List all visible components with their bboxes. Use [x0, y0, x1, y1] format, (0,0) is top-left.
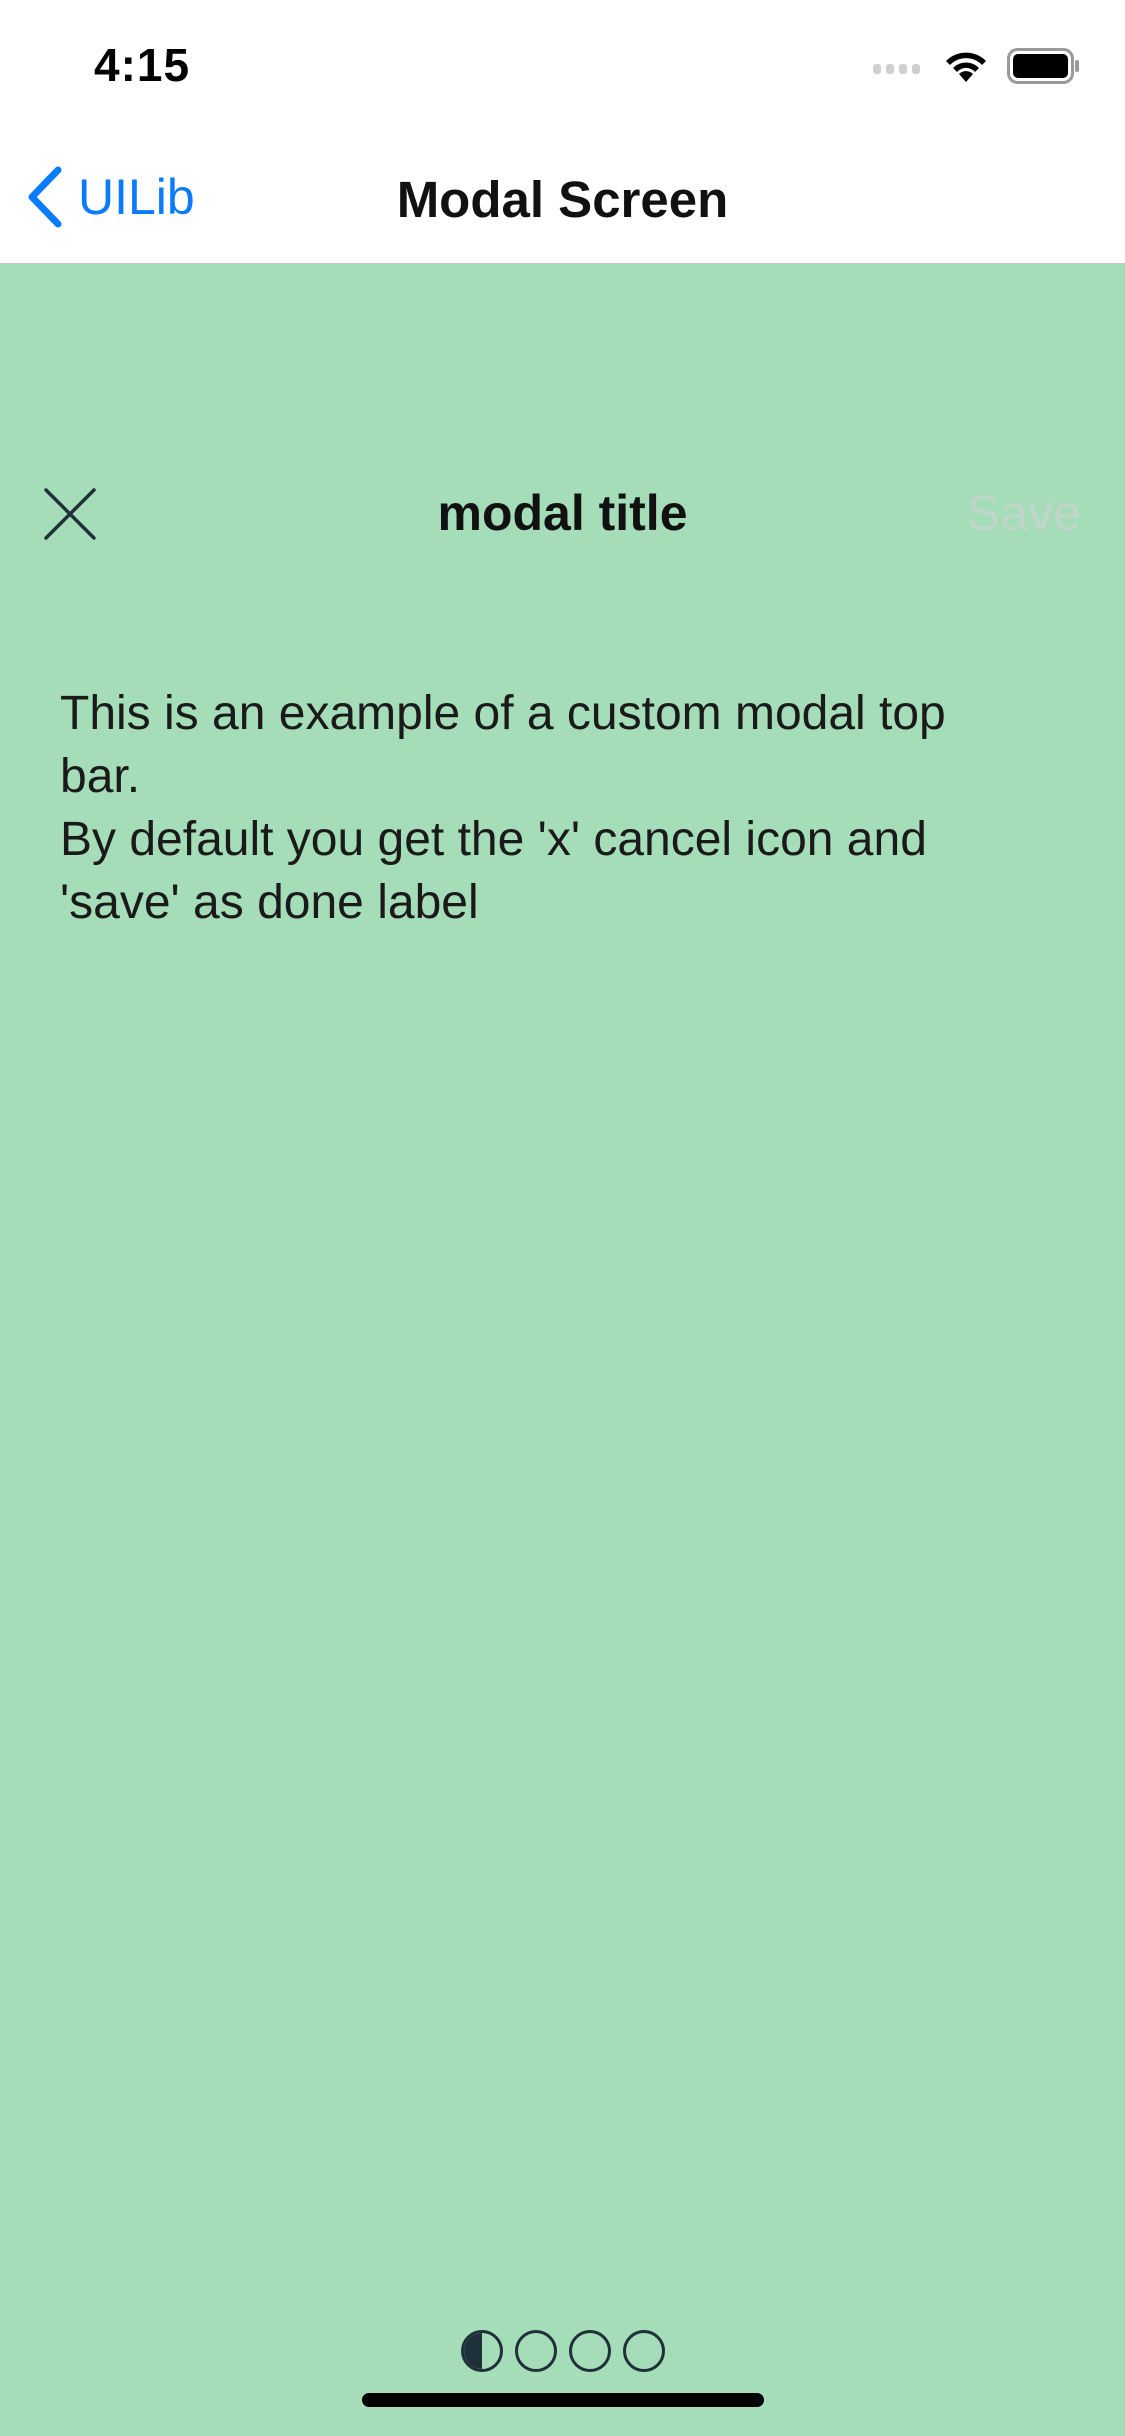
status-icons	[873, 48, 1081, 84]
status-time: 4:15	[94, 39, 191, 91]
modal-top-bar: modal title Save	[0, 464, 1125, 574]
battery-icon	[1007, 48, 1079, 84]
nav-title: Modal Screen	[396, 171, 729, 228]
wifi-icon	[946, 52, 986, 82]
page-dot[interactable]	[514, 2330, 557, 2372]
cellular-signal-icon	[873, 64, 920, 74]
page-indicator	[0, 2330, 1125, 2372]
page-dot[interactable]	[568, 2330, 611, 2372]
page-dot[interactable]	[622, 2330, 665, 2372]
modal-title: modal title	[437, 485, 688, 541]
modal-body-text: This is an example of a custom modal top…	[60, 682, 1020, 934]
navigation-bar: UILib Modal Screen	[0, 132, 1125, 264]
home-indicator	[362, 2393, 764, 2407]
body-text-line: By default you get the 'x' cancel icon a…	[60, 813, 927, 866]
save-button[interactable]: Save	[967, 484, 1081, 542]
page-dot-active[interactable]	[460, 2330, 503, 2372]
status-bar: 4:15	[0, 0, 1125, 132]
body-text-line: This is an example of a custom modal top	[60, 687, 946, 740]
body-text-line: 'save' as done label	[60, 876, 479, 929]
modal-content: modal title Save This is an example of a…	[0, 264, 1125, 2436]
body-text-line: bar.	[60, 750, 141, 803]
